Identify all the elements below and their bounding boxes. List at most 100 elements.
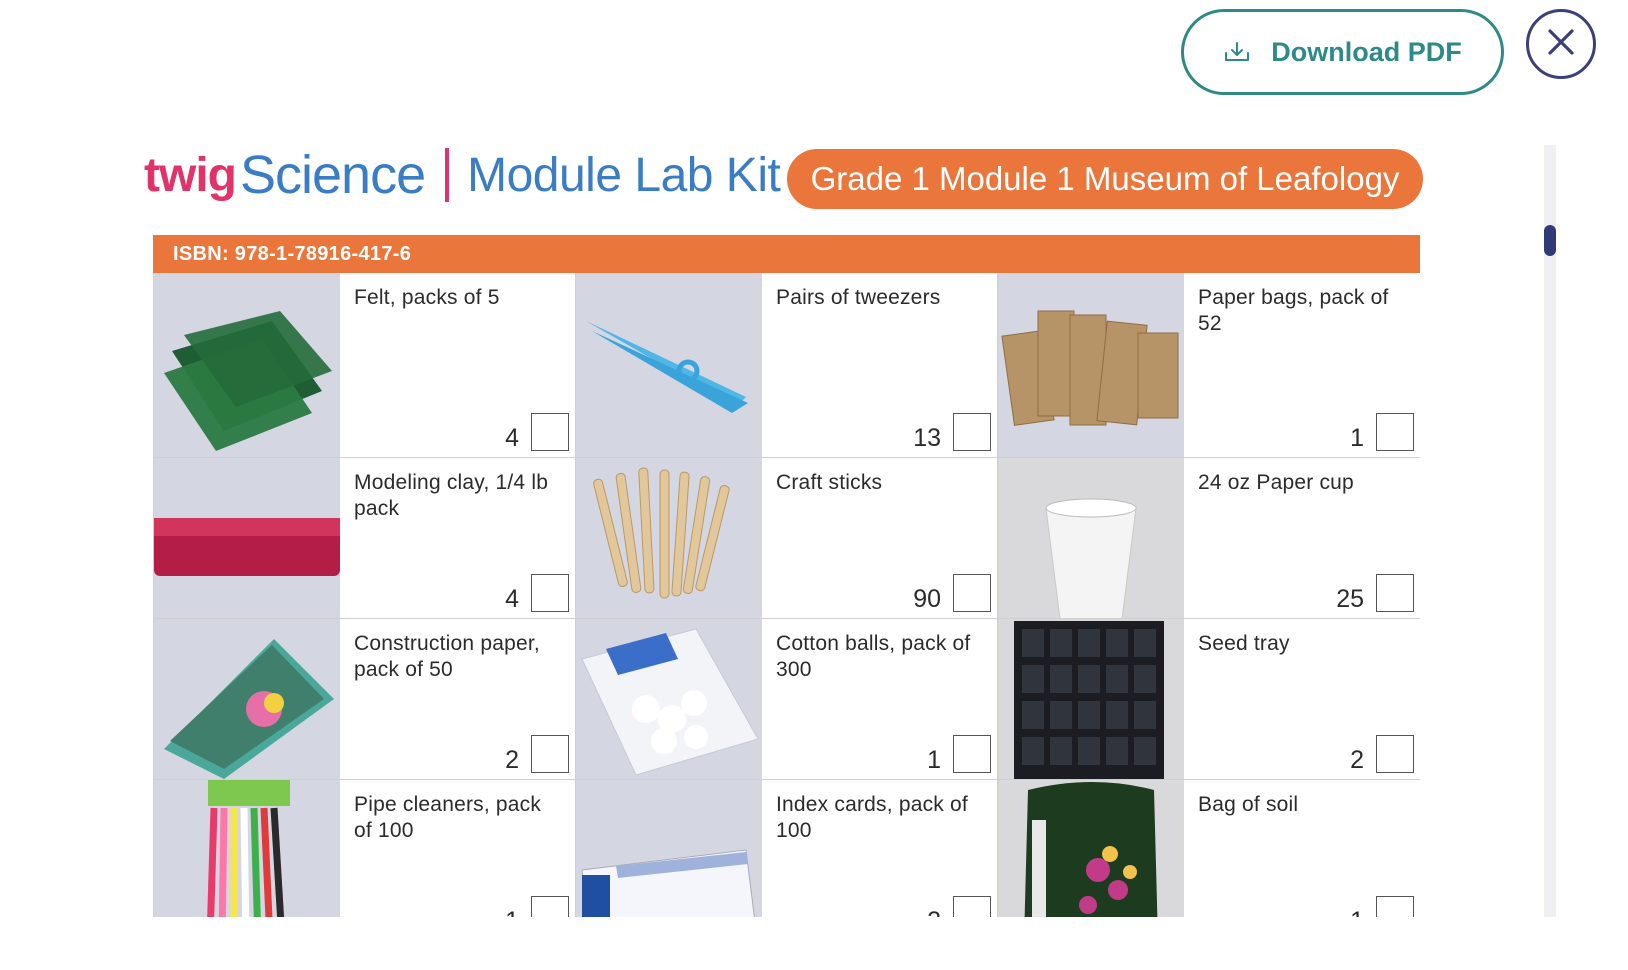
kit-item-checkbox[interactable] (531, 574, 569, 612)
kit-item-name: Bag of soil (1198, 793, 1299, 816)
kit-item-quantity: 1 (927, 746, 941, 774)
clay-photo (154, 458, 340, 618)
kit-item-name: Modeling clay, 1/4 lb pack (354, 471, 549, 520)
kit-item-checkbox[interactable] (531, 413, 569, 451)
kit-item: Paper bags, pack of 52 1 (998, 273, 1420, 458)
kit-item: Cotton balls, pack of 300 1 (576, 619, 998, 780)
kit-item-quantity: 1 (505, 909, 519, 918)
kit-item-quantity: 13 (913, 424, 941, 452)
kit-item-info: Modeling clay, 1/4 lb pack 4 (340, 458, 575, 618)
kit-item-checkbox[interactable] (953, 896, 991, 917)
kit-item-info: Cotton balls, pack of 300 1 (762, 619, 997, 779)
kit-item-quantity-row: 2 (1350, 735, 1414, 773)
kit-item-quantity-row: 1 (505, 896, 569, 917)
kit-item-checkbox[interactable] (953, 413, 991, 451)
kit-item-name: Pipe cleaners, pack of 100 (354, 793, 542, 842)
download-icon (1223, 40, 1251, 64)
kit-item-info: 24 oz Paper cup 25 (1184, 458, 1420, 618)
tweezers-photo (576, 273, 762, 457)
close-icon (1546, 27, 1576, 62)
kit-item-info: Bag of soil 1 (1184, 780, 1420, 917)
kit-item-quantity: 1 (1350, 909, 1364, 918)
kit-item-name: Cotton balls, pack of 300 (776, 632, 971, 681)
paper-bags-photo (998, 273, 1184, 457)
construction-paper-photo (154, 619, 340, 779)
kit-item-name: Index cards, pack of 100 (776, 793, 968, 842)
kit-item-quantity-row: 4 (505, 413, 569, 451)
kit-item-quantity: 2 (1350, 746, 1364, 774)
index-cards-photo (576, 780, 762, 917)
kit-item: Seed tray 2 (998, 619, 1420, 780)
soil-bag-photo (998, 780, 1184, 917)
kit-item: Felt, packs of 5 4 (154, 273, 576, 458)
kit-item: Modeling clay, 1/4 lb pack 4 (154, 458, 576, 619)
kit-item-checkbox[interactable] (953, 574, 991, 612)
grade-module-badge: Grade 1 Module 1 Museum of Leafology (787, 149, 1423, 209)
brand-science-logo: Science (239, 145, 426, 205)
kit-item: Craft sticks 90 (576, 458, 998, 619)
kit-item-quantity-row: 4 (505, 574, 569, 612)
download-pdf-label: Download PDF (1271, 36, 1462, 67)
kit-item-quantity: 25 (1336, 585, 1364, 613)
kit-item-info: Pipe cleaners, pack of 100 1 (340, 780, 575, 917)
kit-item-info: Craft sticks 90 (762, 458, 997, 618)
kit-item-quantity: 2 (927, 909, 941, 918)
kit-item-quantity: 4 (505, 585, 519, 613)
kit-item-quantity: 2 (505, 746, 519, 774)
item-grid: Felt, packs of 5 4 Pairs of tweezers 13 Pape… (153, 273, 1420, 917)
kit-item-quantity-row: 2 (927, 896, 991, 917)
kit-item: Construction paper, pack of 50 2 (154, 619, 576, 780)
brand-twig-logo: twig (144, 148, 237, 202)
kit-item-quantity: 1 (1350, 424, 1364, 452)
kit-item-checkbox[interactable] (1376, 896, 1414, 917)
kit-item-info: Seed tray 2 (1184, 619, 1420, 779)
kit-item-quantity-row: 25 (1336, 574, 1414, 612)
craft-sticks-photo (576, 458, 762, 618)
download-pdf-button[interactable]: Download PDF (1181, 9, 1504, 95)
page-title: Module Lab Kit (467, 148, 781, 202)
kit-item-checkbox[interactable] (531, 735, 569, 773)
kit-item: 24 oz Paper cup 25 (998, 458, 1420, 619)
pipe-cleaners-photo (154, 780, 340, 917)
kit-item-checkbox[interactable] (1376, 574, 1414, 612)
brand-divider (445, 148, 450, 202)
cotton-balls-photo (576, 619, 762, 779)
kit-item-checkbox[interactable] (1376, 735, 1414, 773)
kit-item-info: Paper bags, pack of 52 1 (1184, 273, 1420, 457)
close-button[interactable] (1526, 9, 1596, 79)
kit-item-info: Index cards, pack of 100 2 (762, 780, 997, 917)
lab-kit-document: ISBN: 978-1-78916-417-6 Felt, packs of 5… (153, 235, 1420, 917)
kit-item-name: Paper bags, pack of 52 (1198, 286, 1389, 335)
kit-item-info: Felt, packs of 5 4 (340, 273, 575, 457)
kit-item: Pipe cleaners, pack of 100 1 (154, 780, 576, 917)
kit-item: Index cards, pack of 100 2 (576, 780, 998, 917)
kit-item-quantity: 90 (913, 585, 941, 613)
isbn-bar: ISBN: 978-1-78916-417-6 (153, 235, 1420, 273)
kit-item-info: Construction paper, pack of 50 2 (340, 619, 575, 779)
kit-item-info: Pairs of tweezers 13 (762, 273, 997, 457)
kit-item-quantity: 4 (505, 424, 519, 452)
brand-header: twig Science Module Lab Kit (144, 140, 781, 210)
kit-item-quantity-row: 2 (505, 735, 569, 773)
felt-photo (154, 273, 340, 457)
kit-item-checkbox[interactable] (531, 896, 569, 917)
kit-item-name: Construction paper, pack of 50 (354, 632, 540, 681)
kit-item-checkbox[interactable] (953, 735, 991, 773)
kit-item: Pairs of tweezers 13 (576, 273, 998, 458)
kit-item-name: Seed tray (1198, 632, 1290, 655)
kit-item-name: Craft sticks (776, 471, 883, 494)
kit-item-name: Pairs of tweezers (776, 286, 941, 309)
kit-item-checkbox[interactable] (1376, 413, 1414, 451)
kit-item-quantity-row: 13 (913, 413, 991, 451)
kit-item-quantity-row: 1 (1350, 413, 1414, 451)
seed-tray-photo (998, 619, 1184, 779)
kit-item-name: Felt, packs of 5 (354, 286, 500, 309)
scrollbar-thumb[interactable] (1544, 225, 1556, 256)
kit-item-quantity-row: 1 (1350, 896, 1414, 917)
paper-cup-photo (998, 458, 1184, 618)
kit-item-quantity-row: 90 (913, 574, 991, 612)
scrollbar-track[interactable] (1544, 145, 1556, 917)
kit-item-name: 24 oz Paper cup (1198, 471, 1354, 494)
kit-item: Bag of soil 1 (998, 780, 1420, 917)
kit-item-quantity-row: 1 (927, 735, 991, 773)
